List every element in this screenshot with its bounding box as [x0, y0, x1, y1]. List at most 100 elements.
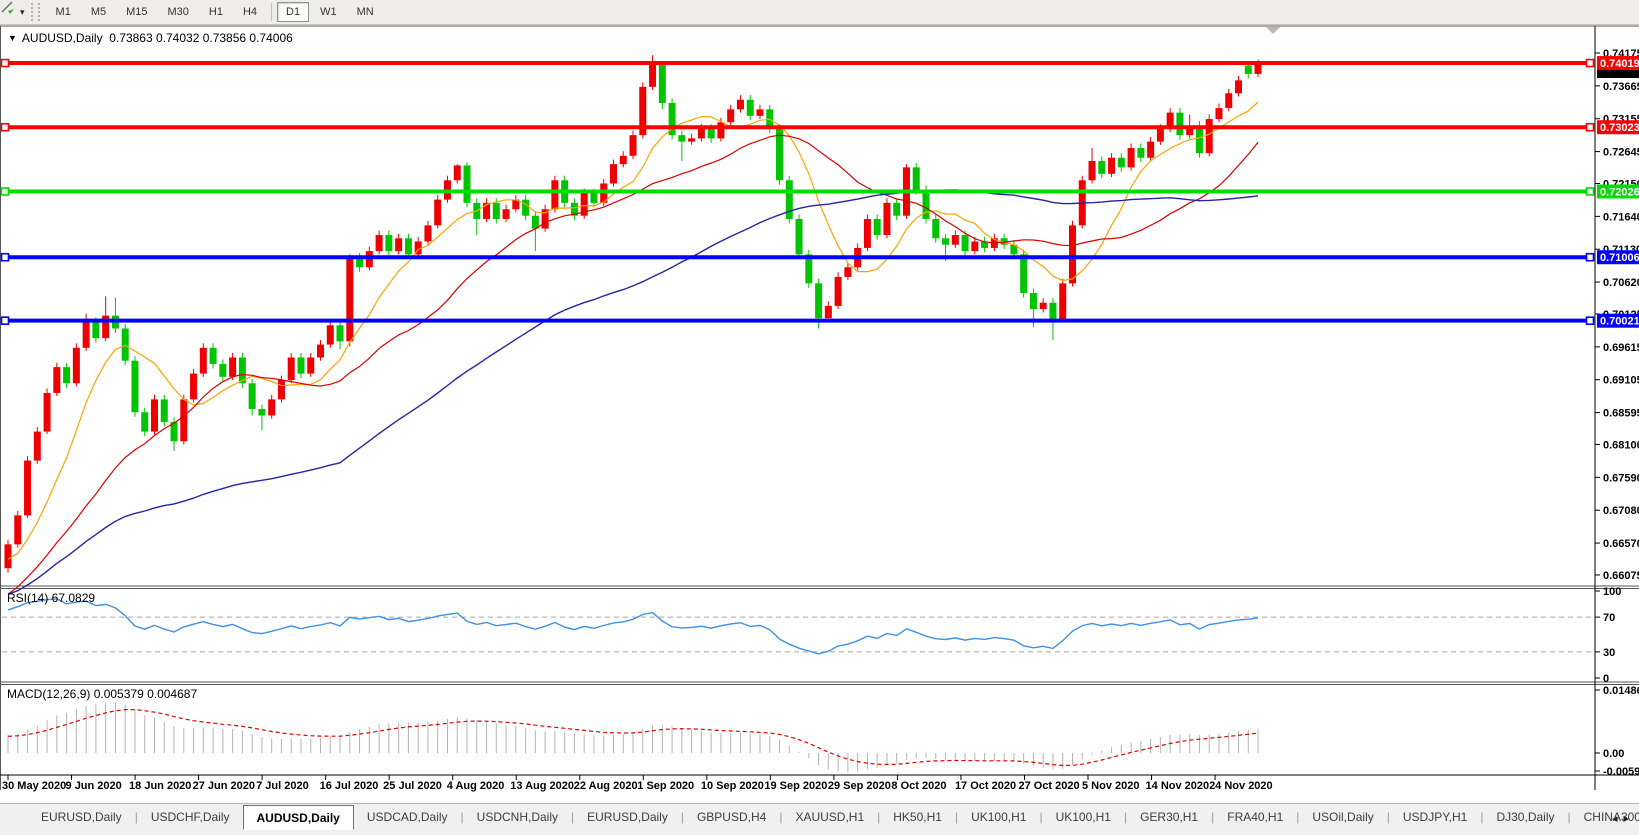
date-axis-label: 22 Aug 2020 — [574, 780, 638, 792]
hline-handle[interactable] — [1587, 254, 1594, 261]
candle-body — [913, 167, 920, 190]
rsi-axis-label: 70 — [1603, 612, 1615, 624]
tab-uk100-h1[interactable]: UK100,H1 — [958, 806, 1039, 830]
price-axis-label: 0.66075 — [1603, 570, 1639, 582]
candle-body — [24, 461, 31, 516]
tab-hk50-h1[interactable]: HK50,H1 — [880, 806, 955, 830]
date-axis-label: 24 Nov 2020 — [1209, 780, 1273, 792]
tab-gbpusd-h4[interactable]: GBPUSD,H4 — [684, 806, 779, 830]
rsi-axis-label: 0 — [1603, 673, 1609, 685]
date-axis-label: 30 May 2020 — [2, 780, 66, 792]
candle-body — [1059, 283, 1066, 318]
hline-handle[interactable] — [2, 60, 9, 67]
hline-price-tag-text: 0.71006 — [1600, 252, 1639, 264]
tab-fra40-h1[interactable]: FRA40,H1 — [1214, 806, 1296, 830]
tab-usdchf-daily[interactable]: USDCHF,Daily — [138, 806, 243, 830]
hline-handle[interactable] — [1587, 188, 1594, 195]
candle-body — [200, 348, 207, 374]
candle-body — [307, 357, 314, 373]
rsi-line — [8, 599, 1258, 654]
candle-body — [1176, 113, 1183, 136]
hline-handle[interactable] — [2, 188, 9, 195]
tab-scroll-left-icon[interactable]: ◂ — [1612, 813, 1624, 825]
hline-handle[interactable] — [1587, 60, 1594, 67]
hline-handle[interactable] — [1587, 317, 1594, 324]
price-axis-label: 0.71640 — [1603, 211, 1639, 223]
candle-body — [923, 190, 930, 219]
date-axis-label: 27 Jun 2020 — [193, 780, 255, 792]
candle-body — [454, 165, 461, 180]
rsi-axis[interactable]: 10070300 — [1595, 586, 1621, 685]
hline-handle[interactable] — [2, 317, 9, 324]
candle-body — [288, 357, 295, 380]
tab-audusd-daily[interactable]: AUDUSD,Daily — [243, 805, 354, 830]
candle-body — [756, 109, 763, 115]
date-axis[interactable]: 30 May 20209 Jun 202018 Jun 202027 Jun 2… — [2, 775, 1273, 792]
hline-price-tag-text: 0.72026 — [1600, 186, 1639, 198]
candle-body — [1128, 148, 1135, 167]
tab-ger30-h1[interactable]: GER30,H1 — [1127, 806, 1211, 830]
tab-xauusd-h1[interactable]: XAUUSD,H1 — [782, 806, 877, 830]
candle-body — [44, 393, 51, 432]
tab-usoil-daily[interactable]: USOil,Daily — [1299, 806, 1386, 830]
candle-body — [815, 283, 822, 318]
hline-price-tag-text: 0.73023 — [1600, 122, 1639, 134]
candle-body — [83, 322, 90, 348]
candle-body — [376, 235, 383, 251]
rsi-axis-label: 100 — [1603, 586, 1621, 598]
candle-body — [1225, 93, 1232, 108]
tab-uk100-h1[interactable]: UK100,H1 — [1043, 806, 1124, 830]
candle-body — [708, 129, 715, 139]
candle-body — [893, 203, 900, 216]
tab-dj30-daily[interactable]: DJ30,Daily — [1483, 806, 1567, 830]
candle-body — [747, 100, 754, 116]
tab-usdcad-daily[interactable]: USDCAD,Daily — [354, 806, 461, 830]
candle-body — [464, 165, 471, 202]
price-axis-label: 0.67080 — [1603, 505, 1639, 517]
candle-body — [5, 544, 12, 568]
date-axis-label: 4 Aug 2020 — [447, 780, 505, 792]
candle-body — [122, 328, 129, 360]
date-axis-label: 5 Nov 2020 — [1082, 780, 1139, 792]
chart-shift-marker-icon[interactable] — [1266, 27, 1280, 34]
date-axis-label: 13 Aug 2020 — [510, 780, 574, 792]
tab-usdcnh-daily[interactable]: USDCNH,Daily — [464, 806, 571, 830]
tab-eurusd-daily[interactable]: EURUSD,Daily — [574, 806, 681, 830]
candle-body — [258, 409, 265, 415]
macd-axis[interactable]: 0.0148610.00-0.005938 — [1595, 685, 1639, 778]
tab-eurusd-daily[interactable]: EURUSD,Daily — [28, 806, 135, 830]
tab-scroll-right-icon[interactable]: ▸ — [1623, 813, 1635, 825]
candle-body — [92, 322, 99, 338]
candle-body — [1157, 129, 1164, 142]
candle-body — [630, 135, 637, 156]
candle-body — [522, 200, 529, 216]
candle-body — [971, 241, 978, 251]
candle-body — [844, 267, 851, 277]
candle-body — [493, 203, 500, 219]
date-axis-label: 27 Oct 2020 — [1018, 780, 1079, 792]
hline-handle[interactable] — [1587, 124, 1594, 131]
chart-collapse-icon[interactable]: ▼ — [8, 33, 17, 43]
candle-body — [1147, 142, 1154, 158]
candle-body — [346, 258, 353, 342]
tab-usdjpy-h1[interactable]: USDJPY,H1 — [1390, 806, 1480, 830]
price-axis[interactable]: 0.741750.736650.731550.726450.721500.716… — [1595, 48, 1639, 582]
date-axis-label: 17 Oct 2020 — [955, 780, 1016, 792]
candle-body — [1245, 66, 1252, 74]
candle-body — [717, 122, 724, 138]
date-axis-label: 19 Sep 2020 — [764, 780, 827, 792]
candle-body — [1235, 80, 1242, 93]
hline-handle[interactable] — [2, 124, 9, 131]
candle-body — [385, 235, 392, 251]
candle-body — [1098, 161, 1105, 174]
price-axis-label: 0.66570 — [1603, 538, 1639, 550]
price-axis-label: 0.72645 — [1603, 147, 1639, 159]
chart-canvas[interactable]: 0.741750.736650.731550.726450.721500.716… — [0, 0, 1639, 835]
hline-handle[interactable] — [2, 254, 9, 261]
candle-body — [620, 156, 627, 164]
rsi-panel — [2, 599, 1594, 654]
candle-body — [1089, 161, 1096, 180]
macd-axis-label: -0.005938 — [1603, 766, 1639, 778]
candle-body — [278, 380, 285, 399]
candle-body — [1020, 254, 1027, 293]
